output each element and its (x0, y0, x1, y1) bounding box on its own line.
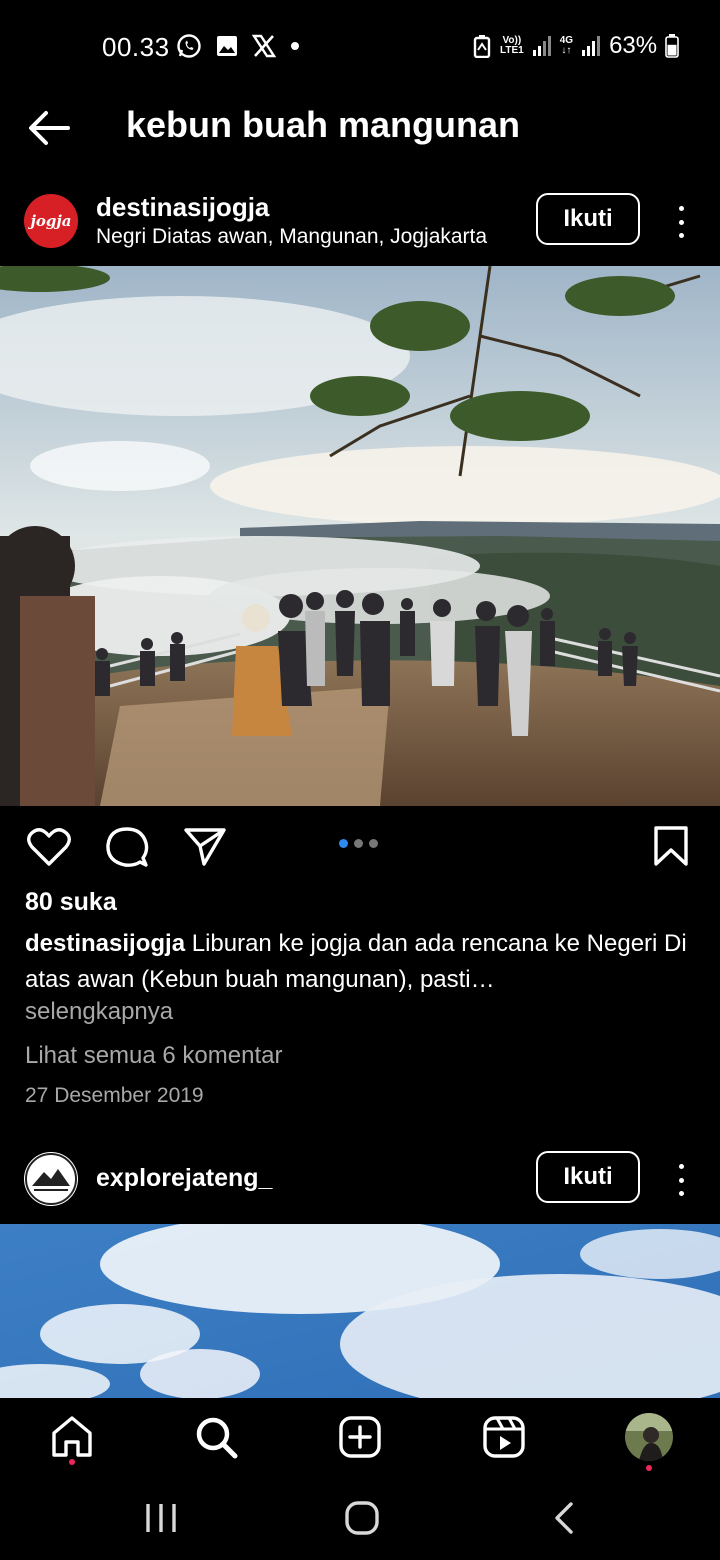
post-photo-image (0, 266, 720, 806)
avatar-logo-text: jogja (30, 212, 72, 230)
see-more-link[interactable]: selengkapnya (25, 998, 173, 1026)
post2-username[interactable]: explorejateng_ (96, 1164, 272, 1193)
follow-button[interactable]: Ikuti (536, 193, 640, 245)
recent-apps-icon[interactable] (142, 1500, 180, 1536)
post2-more-options-icon[interactable] (674, 1164, 688, 1196)
caption-username[interactable]: destinasijogja (25, 930, 185, 957)
post2-avatar[interactable] (24, 1152, 78, 1206)
view-comments-link[interactable]: Lihat semua 6 komentar (25, 1042, 282, 1070)
nav-home-icon[interactable] (49, 1414, 95, 1460)
share-paper-plane-icon[interactable] (182, 824, 228, 870)
status-system-icons: Vo)) LTE1 4G ↓↑ 63% (472, 32, 679, 60)
profile-photo (625, 1413, 673, 1461)
post-photo[interactable] (0, 266, 720, 806)
status-notification-icons (176, 33, 300, 59)
battery-percent: 63% (609, 32, 658, 59)
system-home-icon[interactable] (343, 1500, 381, 1536)
x-logo-icon (252, 34, 276, 58)
carousel-dot-1 (339, 839, 348, 848)
post2-photo[interactable] (0, 1224, 720, 1398)
signal-icon (532, 36, 551, 56)
whatsapp-icon (177, 34, 201, 58)
battery-icon (665, 34, 679, 58)
gallery-icon (217, 36, 237, 56)
signal-icon-2 (582, 36, 601, 56)
data-arrows-icon: ↓↑ (561, 45, 572, 56)
home-notification-dot (69, 1459, 75, 1465)
data-saver-icon (473, 35, 491, 58)
4g-indicator: 4G ↓↑ (560, 36, 573, 56)
mountain-logo-icon (25, 1153, 77, 1205)
more-notifications-dot-icon (291, 42, 299, 50)
nav-reels-icon[interactable] (481, 1414, 527, 1460)
save-bookmark-icon[interactable] (648, 824, 694, 870)
post-location[interactable]: Negri Diatas awan, Mangunan, Jogjakarta (96, 225, 526, 249)
post2-follow-button[interactable]: Ikuti (536, 1151, 640, 1203)
comment-bubble-icon[interactable] (104, 824, 150, 870)
profile-notification-dot (646, 1465, 652, 1471)
carousel-indicator (339, 839, 378, 848)
volte-indicator: Vo)) LTE1 (500, 36, 524, 56)
carousel-dot-2 (354, 839, 363, 848)
post-avatar[interactable]: jogja (24, 194, 78, 248)
nav-create-icon[interactable] (337, 1414, 383, 1460)
page-title: kebun buah mangunan (126, 104, 521, 145)
post-date: 27 Desember 2019 (25, 1084, 204, 1107)
back-arrow-icon[interactable] (26, 108, 72, 148)
more-options-icon[interactable] (674, 206, 688, 238)
nav-search-icon[interactable] (193, 1414, 239, 1460)
like-heart-icon[interactable] (26, 824, 72, 870)
post-caption: destinasijogja Liburan ke jogja dan ada … (25, 926, 701, 998)
system-back-icon[interactable] (546, 1500, 584, 1536)
nav-profile-avatar[interactable] (625, 1413, 673, 1461)
post-username[interactable]: destinasijogja (96, 192, 269, 223)
status-time: 00.33 (102, 32, 170, 62)
lte-label: LTE1 (500, 45, 524, 56)
post2-photo-image (0, 1224, 720, 1398)
like-count[interactable]: 80 suka (25, 888, 117, 917)
carousel-dot-3 (369, 839, 378, 848)
